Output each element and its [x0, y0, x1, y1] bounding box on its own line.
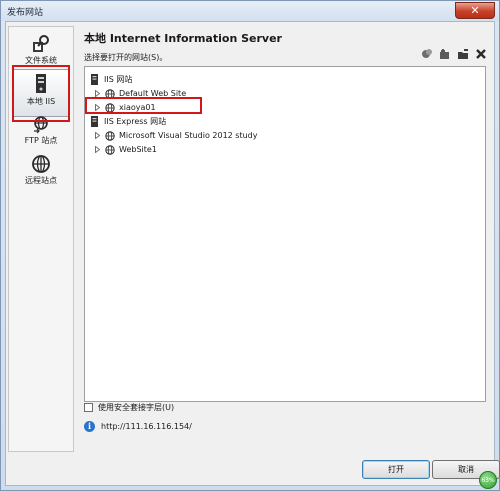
- ssl-option[interactable]: 使用安全套接字层(U): [84, 400, 174, 414]
- iis-express-sites-icon: [89, 116, 100, 127]
- info-icon: i: [84, 420, 95, 432]
- sidebar-item-label: 文件系统: [25, 56, 57, 65]
- close-icon: ✕: [470, 4, 480, 17]
- create-folder-button[interactable]: [456, 47, 470, 61]
- sidebar-item-local-iis[interactable]: 本地 IIS: [12, 69, 70, 117]
- globe-icon: [104, 88, 115, 99]
- create-folder-icon: [458, 49, 468, 59]
- close-button[interactable]: ✕: [455, 2, 495, 19]
- sidebar-item-label: 远程站点: [25, 176, 57, 185]
- remote-site-globe-icon: [32, 155, 50, 173]
- iis-sites-icon: [89, 74, 100, 85]
- publish-website-window: 发布网站 ✕ 文件系统 本地 IIS FTP 站点 远程站点 本地 Intern…: [0, 0, 500, 491]
- location-sidebar: 文件系统 本地 IIS FTP 站点 远程站点: [8, 26, 74, 452]
- new-virtual-directory-button[interactable]: [438, 47, 452, 61]
- globe-icon: [104, 130, 115, 141]
- page-title: 本地 Internet Information Server: [84, 32, 282, 45]
- globe-icon: [104, 144, 115, 155]
- expand-arrow-icon[interactable]: [93, 89, 101, 99]
- tree-node-website1[interactable]: WebSite1: [93, 143, 157, 156]
- url-info: i http://111.16.116.154/: [84, 419, 192, 433]
- tree-node-iis-express-sites[interactable]: IIS Express 网站: [89, 115, 166, 128]
- local-iis-server-icon: [36, 74, 46, 93]
- sidebar-item-remote-site[interactable]: 远程站点: [12, 151, 70, 199]
- expand-arrow-icon[interactable]: [93, 131, 101, 141]
- open-button[interactable]: 打开: [362, 460, 430, 479]
- expand-arrow-icon[interactable]: [93, 145, 101, 155]
- tree-node-label: Default Web Site: [119, 89, 187, 98]
- expand-arrow-icon[interactable]: [93, 103, 101, 113]
- tree-node-vs2012-study[interactable]: Microsoft Visual Studio 2012 study: [93, 129, 258, 142]
- tree-node-label: IIS 网站: [104, 75, 133, 84]
- title-bar[interactable]: 发布网站 ✕: [1, 1, 499, 21]
- window-title: 发布网站: [7, 8, 44, 18]
- page-subtitle: 选择要打开的网站(S)。: [84, 53, 168, 62]
- tree-node-label: IIS Express 网站: [104, 117, 167, 126]
- file-system-icon: [33, 35, 49, 52]
- ssl-checkbox[interactable]: [84, 402, 93, 412]
- tree-node-label: Microsoft Visual Studio 2012 study: [119, 131, 258, 140]
- site-url: http://111.16.116.154/: [101, 421, 192, 431]
- sidebar-item-label: FTP 站点: [24, 136, 58, 145]
- website-tree[interactable]: IIS 网站 Default Web Site xiaoya01 IIS Exp…: [84, 66, 486, 402]
- tree-node-label: xiaoya01: [119, 103, 156, 112]
- progress-badge: 63%: [479, 471, 497, 489]
- tree-node-default-web-site[interactable]: Default Web Site: [93, 87, 186, 100]
- new-virtual-directory-icon: [440, 49, 449, 59]
- new-web-application-icon: [422, 49, 432, 58]
- new-web-application-button[interactable]: [420, 47, 434, 61]
- tree-node-xiaoya01[interactable]: xiaoya01: [93, 101, 156, 114]
- globe-icon: [104, 102, 115, 113]
- ssl-label: 使用安全套接字层(U): [98, 402, 175, 412]
- delete-icon: [476, 49, 486, 59]
- tree-toolbar: [420, 47, 488, 63]
- tree-node-label: WebSite1: [119, 145, 157, 154]
- ftp-site-icon: [34, 116, 48, 134]
- delete-button[interactable]: [474, 47, 488, 61]
- sidebar-item-label: 本地 IIS: [26, 97, 56, 106]
- tree-node-iis-sites[interactable]: IIS 网站: [89, 73, 132, 86]
- dialog-client-area: 文件系统 本地 IIS FTP 站点 远程站点 本地 Internet Info…: [5, 21, 500, 486]
